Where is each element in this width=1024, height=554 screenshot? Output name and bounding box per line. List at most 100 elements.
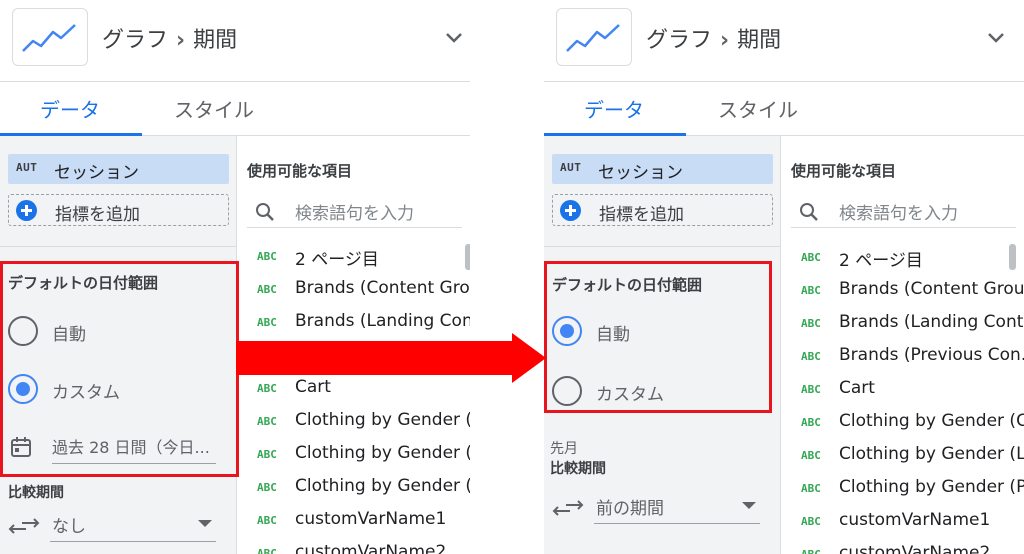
compare-arrows-icon <box>8 518 40 534</box>
divider <box>0 246 237 247</box>
chart-properties-panel-after: グラフ › 期間 データ スタイル AUT セッション 指標を追加 デフォルトの日付… <box>544 0 1024 554</box>
field-label: Brands (Content Group) <box>295 278 470 298</box>
dimension-type-tag: ABC <box>801 350 821 363</box>
comparison-period-title: 比較期間 <box>550 461 606 477</box>
field-label: customVarName1 <box>839 510 991 530</box>
field-label: customVarName2 <box>295 542 447 554</box>
metric-chip-sessions[interactable]: AUT セッション <box>8 154 229 184</box>
chart-subtype-label: 期間 <box>193 28 238 53</box>
dimension-type-tag: ABC <box>257 547 277 554</box>
comparison-period-value: 前の期間 <box>596 499 664 519</box>
field-list: ABC 2 ページ目 ABC Brands (Content Group) ABC B… <box>781 240 1024 554</box>
field-item[interactable]: ABC Clothing by Gender (L... <box>237 440 470 472</box>
field-item[interactable]: ABC Clothing by Gender (P... <box>237 473 470 505</box>
field-label: 2 ページ目 <box>295 250 379 270</box>
field-item[interactable]: ABC Brands (Landing Cont... <box>781 309 1024 341</box>
field-label: Brands (Previous Con... <box>839 345 1024 365</box>
field-item[interactable]: ABC Brands (Content Group) <box>237 275 470 307</box>
dimension-type-tag: ABC <box>257 448 277 461</box>
dimension-type-tag: ABC <box>801 251 821 264</box>
available-fields-column: 使用可能な項目 検索語句を入力 ABC 2 ページ目 ABC Brands (Con… <box>781 136 1024 554</box>
chevron-down-icon[interactable] <box>442 26 466 50</box>
panel-header: グラフ › 期間 <box>544 0 1024 82</box>
metric-chip-sessions[interactable]: AUT セッション <box>552 154 773 184</box>
tab-data[interactable]: データ <box>584 94 644 123</box>
field-label: Clothing by Gender (C... <box>295 410 470 430</box>
search-icon <box>256 203 274 221</box>
chart-type-breadcrumb: グラフ › 期間 <box>102 22 237 54</box>
chevron-down-icon[interactable] <box>984 26 1008 50</box>
field-item[interactable]: ABC customVarName1 <box>781 507 1024 539</box>
compare-arrows-icon <box>552 500 584 516</box>
metric-name: セッション <box>598 163 683 183</box>
arrow-right-icon <box>236 333 546 383</box>
field-item[interactable]: ABC customVarName2 <box>237 539 470 554</box>
previous-month-label: 先月 <box>550 441 578 457</box>
available-fields-title: 使用可能な項目 <box>247 162 353 180</box>
field-label: Clothing by Gender (L... <box>295 443 470 463</box>
field-label: Brands (Landing Cont... <box>839 312 1024 332</box>
divider <box>544 246 781 247</box>
field-label: 2 ページ目 <box>839 251 923 271</box>
dropdown-caret-icon <box>198 520 212 527</box>
comparison-period-value: なし <box>52 517 86 537</box>
field-item[interactable]: ABC customVarName2 <box>781 540 1024 554</box>
chart-properties-panel-before: グラフ › 期間 データ スタイル AUT セッション 指標を追加 デフォルトの日付… <box>0 0 470 554</box>
field-search-box[interactable]: 検索語句を入力 <box>247 194 462 228</box>
highlight-box <box>0 261 239 477</box>
dimension-type-tag: ABC <box>801 482 821 495</box>
dimension-type-tag: ABC <box>257 415 277 428</box>
field-label: Clothing by Gender (P... <box>295 476 470 496</box>
field-label: Clothing by Gender (P... <box>839 477 1024 497</box>
field-item[interactable]: ABC Clothing by Gender (C... <box>781 408 1024 440</box>
dimension-type-tag: ABC <box>801 284 821 297</box>
field-item[interactable]: ABC 2 ページ目 <box>781 243 1024 275</box>
dimension-type-tag: ABC <box>801 416 821 429</box>
tab-data[interactable]: データ <box>40 94 100 123</box>
chart-type-label: グラフ <box>646 28 713 53</box>
field-label: Brands (Content Group) <box>839 279 1024 299</box>
tab-bar: データ スタイル <box>0 82 470 136</box>
field-item[interactable]: ABC Clothing by Gender (C... <box>237 407 470 439</box>
field-item[interactable]: ABC Clothing by Gender (P... <box>781 474 1024 506</box>
comparison-period-title: 比較期間 <box>8 485 64 501</box>
field-item[interactable]: ABC Brands (Previous Con... <box>781 342 1024 374</box>
dimension-type-tag: ABC <box>801 515 821 528</box>
chart-type-label: グラフ <box>102 28 169 53</box>
search-placeholder: 検索語句を入力 <box>839 204 958 224</box>
time-series-chart-icon[interactable] <box>556 8 632 66</box>
chart-subtype-label: 期間 <box>737 28 782 53</box>
metric-type-tag: AUT <box>16 161 38 174</box>
add-circle-icon <box>560 200 581 221</box>
add-metric-button[interactable]: 指標を追加 <box>552 194 773 226</box>
comparison-period-select[interactable]: なし <box>50 510 216 542</box>
dimension-type-tag: ABC <box>801 383 821 396</box>
available-fields-title: 使用可能な項目 <box>791 162 897 180</box>
tab-style[interactable]: スタイル <box>174 94 254 123</box>
time-series-chart-icon[interactable] <box>12 8 88 66</box>
tab-style[interactable]: スタイル <box>718 94 798 123</box>
field-item[interactable]: ABC Clothing by Gender (L... <box>781 441 1024 473</box>
panel-header: グラフ › 期間 <box>0 0 470 82</box>
add-metric-label: 指標を追加 <box>599 205 684 225</box>
comparison-period-select[interactable]: 前の期間 <box>594 492 760 524</box>
search-placeholder: 検索語句を入力 <box>295 204 414 224</box>
field-label: Clothing by Gender (C... <box>839 411 1024 431</box>
field-item[interactable]: ABC Brands (Content Group) <box>781 276 1024 308</box>
tab-bar: データ スタイル <box>544 82 1024 136</box>
add-metric-button[interactable]: 指標を追加 <box>8 194 229 226</box>
field-label: Brands (Landing Cont... <box>295 311 470 331</box>
dimension-type-tag: ABC <box>257 481 277 494</box>
field-list: ABC 2 ページ目 ABC Brands (Content Group) ABC B… <box>237 240 470 554</box>
field-item[interactable]: ABC customVarName1 <box>237 506 470 538</box>
dimension-type-tag: ABC <box>801 449 821 462</box>
metric-type-tag: AUT <box>560 161 582 174</box>
dimension-type-tag: ABC <box>257 250 277 263</box>
dimension-type-tag: ABC <box>257 283 277 296</box>
field-item[interactable]: ABC 2 ページ目 <box>237 242 470 274</box>
field-item[interactable]: ABC Cart <box>781 375 1024 407</box>
search-icon <box>800 203 818 221</box>
breadcrumb-separator: › <box>720 28 730 53</box>
field-label: Clothing by Gender (L... <box>839 444 1024 464</box>
field-search-box[interactable]: 検索語句を入力 <box>791 194 1016 228</box>
